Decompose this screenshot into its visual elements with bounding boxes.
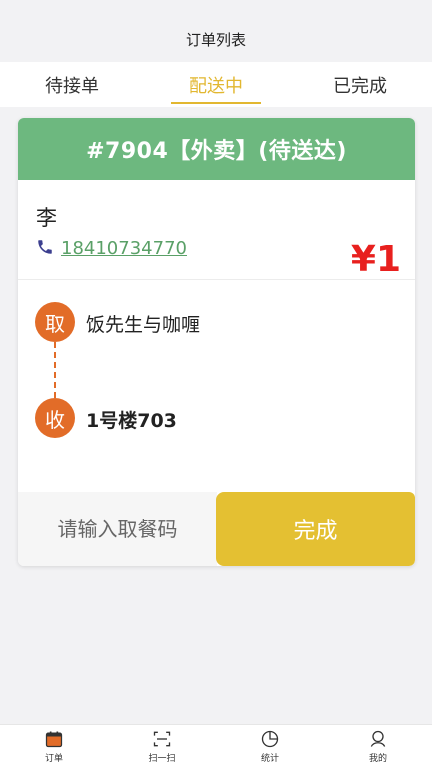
nav-orders[interactable]: 订单 (0, 725, 108, 768)
complete-button[interactable]: 完成 (216, 492, 415, 566)
pickup-restaurant: 饭先生与咖喱 (86, 314, 201, 336)
tab-pending[interactable]: 待接单 (0, 62, 144, 107)
delivery-address: 1号楼703 (86, 410, 177, 432)
nav-me-label: 我的 (368, 754, 387, 764)
tab-completed[interactable]: 已完成 (288, 62, 432, 107)
customer-section: 李 18410734770 ¥1 (18, 180, 415, 280)
order-status-tabs: 待接单 配送中 已完成 (0, 62, 432, 107)
nav-scan-label: 扫一扫 (148, 754, 176, 764)
route-section: 取 收 饭先生与咖喱 1号楼703 (18, 280, 415, 492)
order-card: #7904【外卖】(待送达) 李 18410734770 ¥1 取 收 饭先生与… (18, 118, 415, 566)
nav-stats[interactable]: 统计 (216, 725, 324, 768)
top-header: 订单列表 (0, 0, 432, 62)
pickup-badge: 取 (35, 302, 75, 342)
bottom-nav: 订单 扫一扫 统计 我的 (0, 724, 432, 768)
order-heading: #7904【外卖】(待送达) (18, 118, 415, 180)
scan-icon (153, 731, 171, 747)
customer-name: 李 (36, 206, 57, 230)
nav-stats-label: 统计 (260, 754, 279, 764)
card-actions: 完成 (18, 492, 415, 566)
nav-orders-label: 订单 (44, 754, 63, 764)
order-price: ¥1 (350, 239, 401, 280)
nav-scan[interactable]: 扫一扫 (108, 725, 216, 768)
calendar-icon (45, 731, 63, 748)
receive-badge: 收 (35, 398, 75, 438)
user-icon (370, 730, 386, 747)
customer-phone-link[interactable]: 18410734770 (61, 238, 187, 259)
pickup-code-input[interactable] (18, 492, 217, 566)
route-dashed-line (54, 342, 56, 398)
phone-icon[interactable] (36, 238, 54, 256)
page-title: 订单列表 (185, 31, 246, 49)
tab-delivering[interactable]: 配送中 (144, 62, 288, 107)
nav-me[interactable]: 我的 (324, 725, 432, 768)
pie-chart-icon (261, 730, 279, 748)
